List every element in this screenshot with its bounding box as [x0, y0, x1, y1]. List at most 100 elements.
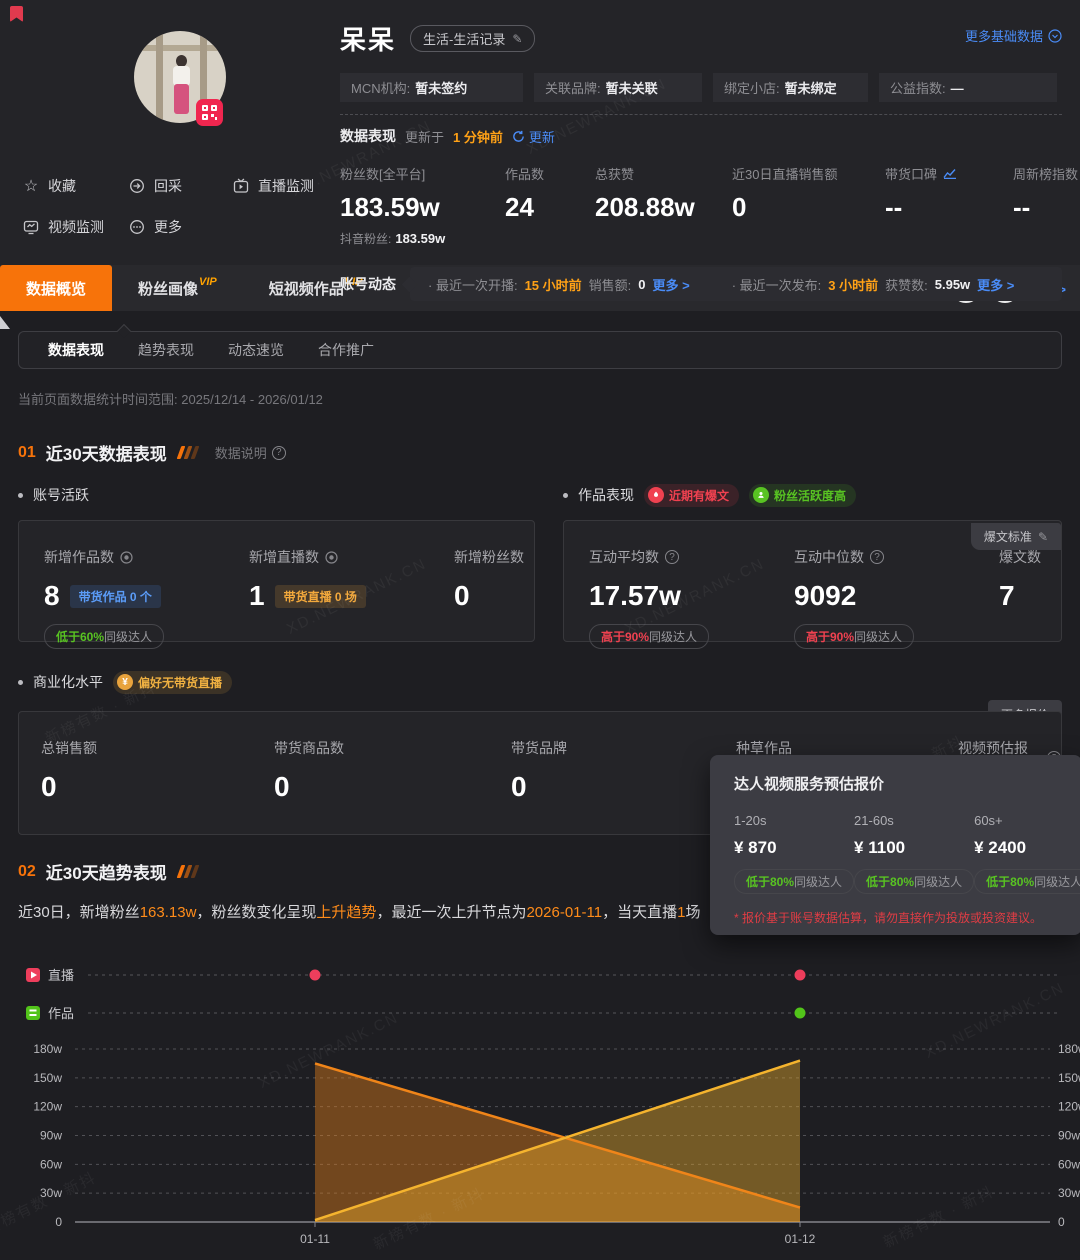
- coin-icon: ¥: [117, 674, 133, 690]
- subtab-dynamics[interactable]: 动态速览: [211, 340, 301, 360]
- trend-chart-svg: 直播作品0030w30w60w60w90w90w120w120w150w150w…: [0, 950, 1080, 1252]
- monitor-chart-icon: [22, 219, 40, 235]
- chevron-down-circle-icon: [1048, 29, 1062, 43]
- svg-text:0: 0: [1058, 1215, 1065, 1229]
- subtab-data-performance[interactable]: 数据表现: [31, 340, 121, 360]
- video-monitor-button[interactable]: 视频监测: [22, 217, 128, 237]
- metric-new-works: 新增作品数 8 带货作品 0 个 低于60% 同级达人: [44, 547, 249, 641]
- account-activity: 账号动态 · 最近一次开播: 15 小时前 销售额: 0 更多 > · 最近一次…: [340, 267, 1062, 301]
- quote-col-long: 60s+ ¥ 2400 低于80% 同级达人: [974, 813, 1080, 894]
- data-performance-label: 数据表现: [340, 126, 396, 146]
- tab-fans-portrait[interactable]: 粉丝画像VIP: [112, 265, 243, 311]
- commercial-header: 商业化水平 ¥ 偏好无带货直播: [18, 670, 1062, 694]
- activity-publish-more-link[interactable]: 更多 >: [977, 275, 1014, 294]
- svg-text:120w: 120w: [1058, 1100, 1080, 1114]
- peer-compare-pill: 高于90% 同级达人: [794, 624, 914, 649]
- svg-text:120w: 120w: [33, 1100, 62, 1114]
- activity-live-more-link[interactable]: 更多 >: [653, 275, 690, 294]
- question-icon[interactable]: ?: [665, 550, 679, 564]
- eye-toggle-icon[interactable]: [325, 551, 338, 564]
- metric-new-fans: 新增粉丝数 0: [454, 547, 534, 641]
- svg-text:180w: 180w: [1058, 1042, 1080, 1056]
- svg-text:01-12: 01-12: [785, 1232, 816, 1246]
- work-perf-card: 爆文标准 ✎ 互动平均数 ? 17.57w 高于90% 同级达人 互动中位数 ?…: [563, 520, 1062, 642]
- more-actions-label: 更多: [154, 217, 182, 237]
- quote-marks-icon: [179, 446, 197, 459]
- edit-icon: ✎: [512, 32, 522, 46]
- commerce-works-badge: 带货作品 0 个: [70, 585, 161, 608]
- page: ☆ 收藏 回采 直播监测: [0, 0, 1080, 1252]
- favorite-label: 收藏: [48, 176, 76, 196]
- live-monitor-button[interactable]: 直播监测: [232, 176, 332, 196]
- more-basic-data-link[interactable]: 更多基础数据: [965, 26, 1062, 45]
- account-active-header: 账号活跃: [18, 483, 535, 507]
- fans-active-badge: 粉丝活跃度高: [749, 484, 856, 507]
- stat-reputation: 带货口碑 --: [885, 164, 1013, 247]
- quote-col-mid: 21-60s ¥ 1100 低于80% 同级达人: [854, 813, 974, 894]
- svg-text:0: 0: [55, 1215, 62, 1229]
- tab-data-overview[interactable]: 数据概览: [0, 265, 112, 311]
- more-actions-button[interactable]: 更多: [128, 217, 232, 237]
- quote-marks-icon: [179, 865, 197, 878]
- profile-header: ☆ 收藏 回采 直播监测: [0, 0, 1080, 265]
- question-icon: ?: [272, 446, 286, 460]
- favorite-button[interactable]: ☆ 收藏: [22, 176, 128, 196]
- peer-compare-pill: 低于60% 同级达人: [44, 624, 164, 649]
- no-commerce-live-badge: ¥ 偏好无带货直播: [113, 671, 232, 694]
- svg-text:90w: 90w: [40, 1129, 62, 1143]
- more-basic-data-label: 更多基础数据: [965, 26, 1043, 45]
- stat-live-sales: 近30日直播销售额 0: [732, 164, 885, 247]
- section1-number: 01: [18, 444, 36, 462]
- activity-label: 账号动态: [340, 274, 396, 294]
- mcn-field: MCN机构:暂未签约: [340, 73, 523, 102]
- person-icon: [753, 487, 769, 503]
- active-tab-notch: [117, 324, 131, 338]
- account-active-card: 新增作品数 8 带货作品 0 个 低于60% 同级达人 新增直播数 1 带货直播…: [18, 520, 535, 642]
- mini-chart-icon[interactable]: [943, 168, 957, 179]
- metric-total-sales: 总销售额 0: [41, 738, 274, 834]
- section1-header: 01 近30天数据表现 数据说明?: [0, 408, 1080, 465]
- circle-arrow-icon: [128, 178, 146, 194]
- section1-cards: 账号活跃 新增作品数 8 带货作品 0 个 低于60% 同级达人 新增直播数: [0, 483, 1080, 642]
- more-ellipsis-icon: [128, 219, 146, 235]
- peer-compare-pill: 低于80% 同级达人: [854, 869, 974, 894]
- commercial-section: 商业化水平 ¥ 偏好无带货直播 更多报价 总销售额 0 带货商品数 0 带货品牌…: [0, 670, 1080, 835]
- svg-text:150w: 150w: [1058, 1071, 1080, 1085]
- hot-standard-button[interactable]: 爆文标准 ✎: [971, 523, 1061, 550]
- section1-title: 近30天数据表现: [46, 440, 167, 465]
- section2-number: 02: [18, 863, 36, 881]
- updated-time: 1 分钟前: [453, 127, 503, 146]
- charity-field: 公益指数:—: [879, 73, 1057, 102]
- subtab-trend[interactable]: 趋势表现: [121, 340, 211, 360]
- bullet-icon: [18, 493, 23, 498]
- stat-works: 作品数 24: [505, 164, 595, 247]
- category-tag[interactable]: 生活-生活记录 ✎: [410, 25, 535, 52]
- quote-disclaimer: * 报价基于账号数据估算，请勿直接作为投放或投资建议。: [734, 909, 1080, 926]
- stat-fans: 粉丝数[全平台] 183.59w 抖音粉丝:183.59w: [340, 164, 505, 247]
- bookmark-logo-icon: [10, 6, 23, 22]
- live-monitor-label: 直播监测: [258, 176, 314, 196]
- quote-popup-title: 达人视频服务预估报价: [734, 773, 1080, 794]
- eye-toggle-icon[interactable]: [120, 551, 133, 564]
- refresh-button[interactable]: 更新: [512, 127, 555, 146]
- activity-live: · 最近一次开播: 15 小时前 销售额: 0 更多 >: [428, 275, 690, 294]
- video-monitor-label: 视频监测: [48, 217, 104, 237]
- peer-compare-pill: 高于90% 同级达人: [589, 624, 709, 649]
- svg-text:180w: 180w: [33, 1042, 62, 1056]
- flame-icon: [648, 487, 664, 503]
- update-row: 数据表现 更新于 1 分钟前 更新: [340, 126, 1062, 146]
- svg-text:150w: 150w: [33, 1071, 62, 1085]
- data-explain-link[interactable]: 数据说明?: [215, 443, 286, 462]
- category-tag-label: 生活-生活记录: [423, 29, 505, 48]
- subtab-cooperation[interactable]: 合作推广: [301, 340, 391, 360]
- section2-title: 近30天趋势表现: [46, 859, 167, 884]
- svg-text:60w: 60w: [1058, 1157, 1080, 1171]
- trend-chart: 直播作品0030w30w60w60w90w90w120w120w150w150w…: [0, 950, 1080, 1252]
- brand-field: 关联品牌:暂未关联: [534, 73, 702, 102]
- recollect-button[interactable]: 回采: [128, 176, 232, 196]
- svg-text:30w: 30w: [1058, 1186, 1080, 1200]
- metric-new-lives: 新增直播数 1 带货直播 0 场: [249, 547, 454, 641]
- qr-code-icon[interactable]: [196, 99, 223, 126]
- question-icon[interactable]: ?: [870, 550, 884, 564]
- profile-actions: ☆ 收藏 回采 直播监测: [22, 176, 332, 237]
